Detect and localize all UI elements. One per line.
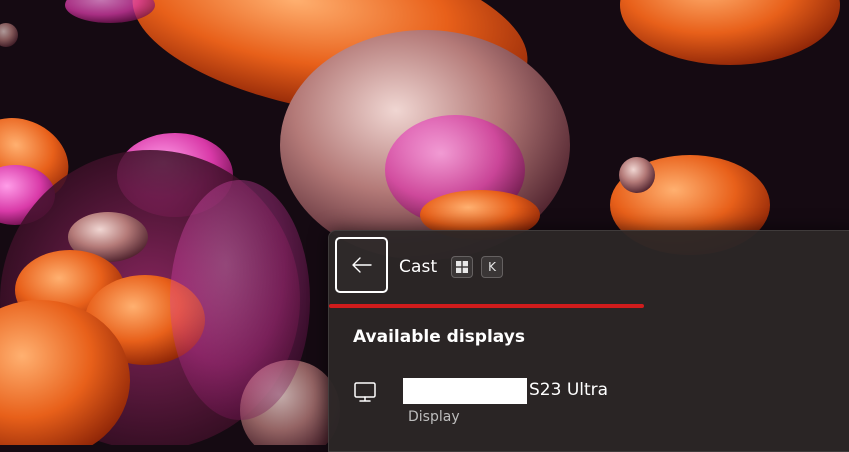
windows-key-icon [451, 256, 473, 278]
device-type-label: Display [408, 409, 460, 425]
redacted-name-block [403, 378, 527, 404]
monitor-icon [354, 382, 376, 402]
cast-panel: Cast K Available displays S23 Ultra Disp… [328, 230, 849, 452]
shortcut-key-k: K [481, 256, 503, 278]
back-button[interactable] [335, 237, 388, 293]
arrow-left-icon [351, 257, 372, 273]
panel-title: Cast [399, 257, 438, 277]
device-item[interactable]: S23 Ultra Display [329, 371, 849, 431]
device-name: S23 Ultra [529, 380, 609, 400]
progress-bar [329, 304, 849, 308]
progress-fill [329, 304, 644, 308]
available-displays-heading: Available displays [353, 327, 525, 347]
